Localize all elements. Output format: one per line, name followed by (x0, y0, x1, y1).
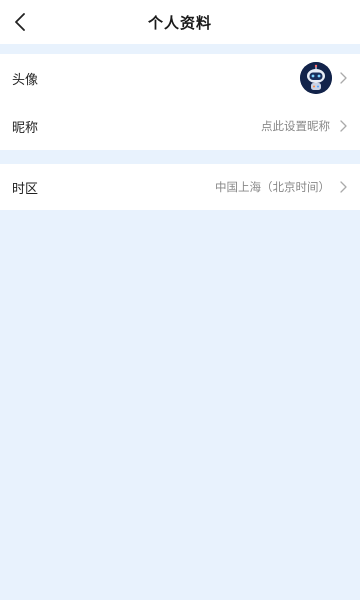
top-bar: 个人资料 (0, 0, 360, 44)
avatar-row-right (300, 62, 348, 94)
avatar-row[interactable]: 头像 (0, 54, 360, 102)
chevron-right-icon (338, 180, 348, 194)
nickname-row-right: 点此设置昵称 (261, 118, 348, 134)
section-divider (0, 150, 360, 164)
robot-avatar-icon (300, 62, 332, 94)
profile-card: 头像 昵称 点此设置昵称 (0, 54, 360, 150)
chevron-right-icon (338, 119, 348, 133)
timezone-row-right: 中国上海（北京时间） (215, 179, 348, 195)
timezone-value: 中国上海（北京时间） (215, 180, 330, 194)
nickname-row[interactable]: 昵称 点此设置昵称 (0, 102, 360, 150)
settings-card: 时区 中国上海（北京时间） (0, 164, 360, 210)
timezone-label: 时区 (12, 181, 39, 197)
profile-page: 个人资料 头像 昵称 点此设置昵称 时区 中国上海（北京时间） (0, 0, 360, 600)
chevron-left-icon (15, 13, 25, 31)
section-divider (0, 44, 360, 54)
back-button[interactable] (6, 8, 34, 36)
nickname-value: 点此设置昵称 (261, 119, 330, 133)
avatar[interactable] (300, 62, 332, 94)
avatar-label: 头像 (12, 72, 39, 88)
page-title: 个人资料 (147, 13, 212, 32)
chevron-right-icon (338, 71, 348, 85)
timezone-row[interactable]: 时区 中国上海（北京时间） (0, 164, 360, 210)
nickname-label: 昵称 (12, 120, 39, 136)
